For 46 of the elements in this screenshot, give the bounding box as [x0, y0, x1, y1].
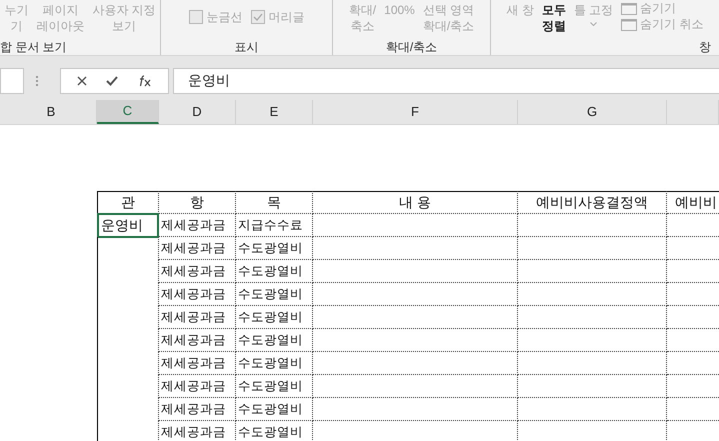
header-cell: 목	[236, 191, 313, 214]
function-icon[interactable]	[138, 74, 152, 86]
table-cell: 제세공과금	[159, 398, 236, 421]
table-cell: 수도광열비	[236, 329, 313, 352]
column-header[interactable]: E	[236, 100, 313, 124]
checkmark-icon[interactable]	[106, 76, 118, 86]
table-cell: 제세공과금	[159, 329, 236, 352]
checkbox-label: 머리글	[268, 9, 304, 26]
header-cell: 항	[159, 191, 236, 214]
column-header[interactable]: D	[159, 100, 236, 124]
cancel-icon[interactable]	[76, 76, 87, 86]
column-header[interactable]: C	[97, 100, 159, 124]
table-cell: 제세공과금	[159, 306, 236, 329]
table-cell: 제세공과금	[159, 214, 236, 237]
table-cell: 수도광열비	[236, 306, 313, 329]
window-icon	[621, 2, 638, 14]
header-cell: 내 용	[313, 191, 518, 214]
ribbon-group-label: 창	[699, 39, 712, 55]
header-cell: 예비비	[667, 191, 719, 214]
table-cell: 수도광열비	[236, 421, 313, 441]
ribbon-group-label: 표시	[234, 39, 260, 55]
ribbon-button[interactable]: 모두 정렬	[542, 2, 566, 34]
table-cell: 수도광열비	[236, 237, 313, 260]
table-cell: 제세공과금	[159, 421, 236, 441]
table-cell: 수도광열비	[236, 352, 313, 375]
ribbon-group-label: 확대/축소	[384, 39, 438, 55]
table-cell: 제세공과금	[159, 375, 236, 398]
window-icon	[621, 18, 638, 30]
table-cell: 수도광열비	[236, 283, 313, 306]
table-cell: 제세공과금	[159, 260, 236, 283]
header-cell: 관	[97, 191, 159, 214]
header-cell: 예비비사용결정액	[518, 191, 667, 214]
table-cell: 수도광열비	[236, 398, 313, 421]
table-cell: 제세공과금	[159, 352, 236, 375]
ribbon-group-label: 합 문서 보기	[0, 39, 67, 55]
table-cell: 지급수수료	[236, 214, 313, 237]
checkbox-label: 눈금선	[206, 9, 242, 26]
caret-icon	[590, 22, 597, 26]
column-header[interactable]: F	[313, 100, 518, 124]
column-header[interactable]: G	[518, 100, 667, 124]
formula-input[interactable]: 운영비	[173, 68, 719, 94]
table-cell: 운영비	[97, 214, 159, 237]
table-cell: 수도광열비	[236, 260, 313, 283]
table-cell: 제세공과금	[159, 283, 236, 306]
table-cell: 수도광열비	[236, 375, 313, 398]
table-cell: 제세공과금	[159, 237, 236, 260]
